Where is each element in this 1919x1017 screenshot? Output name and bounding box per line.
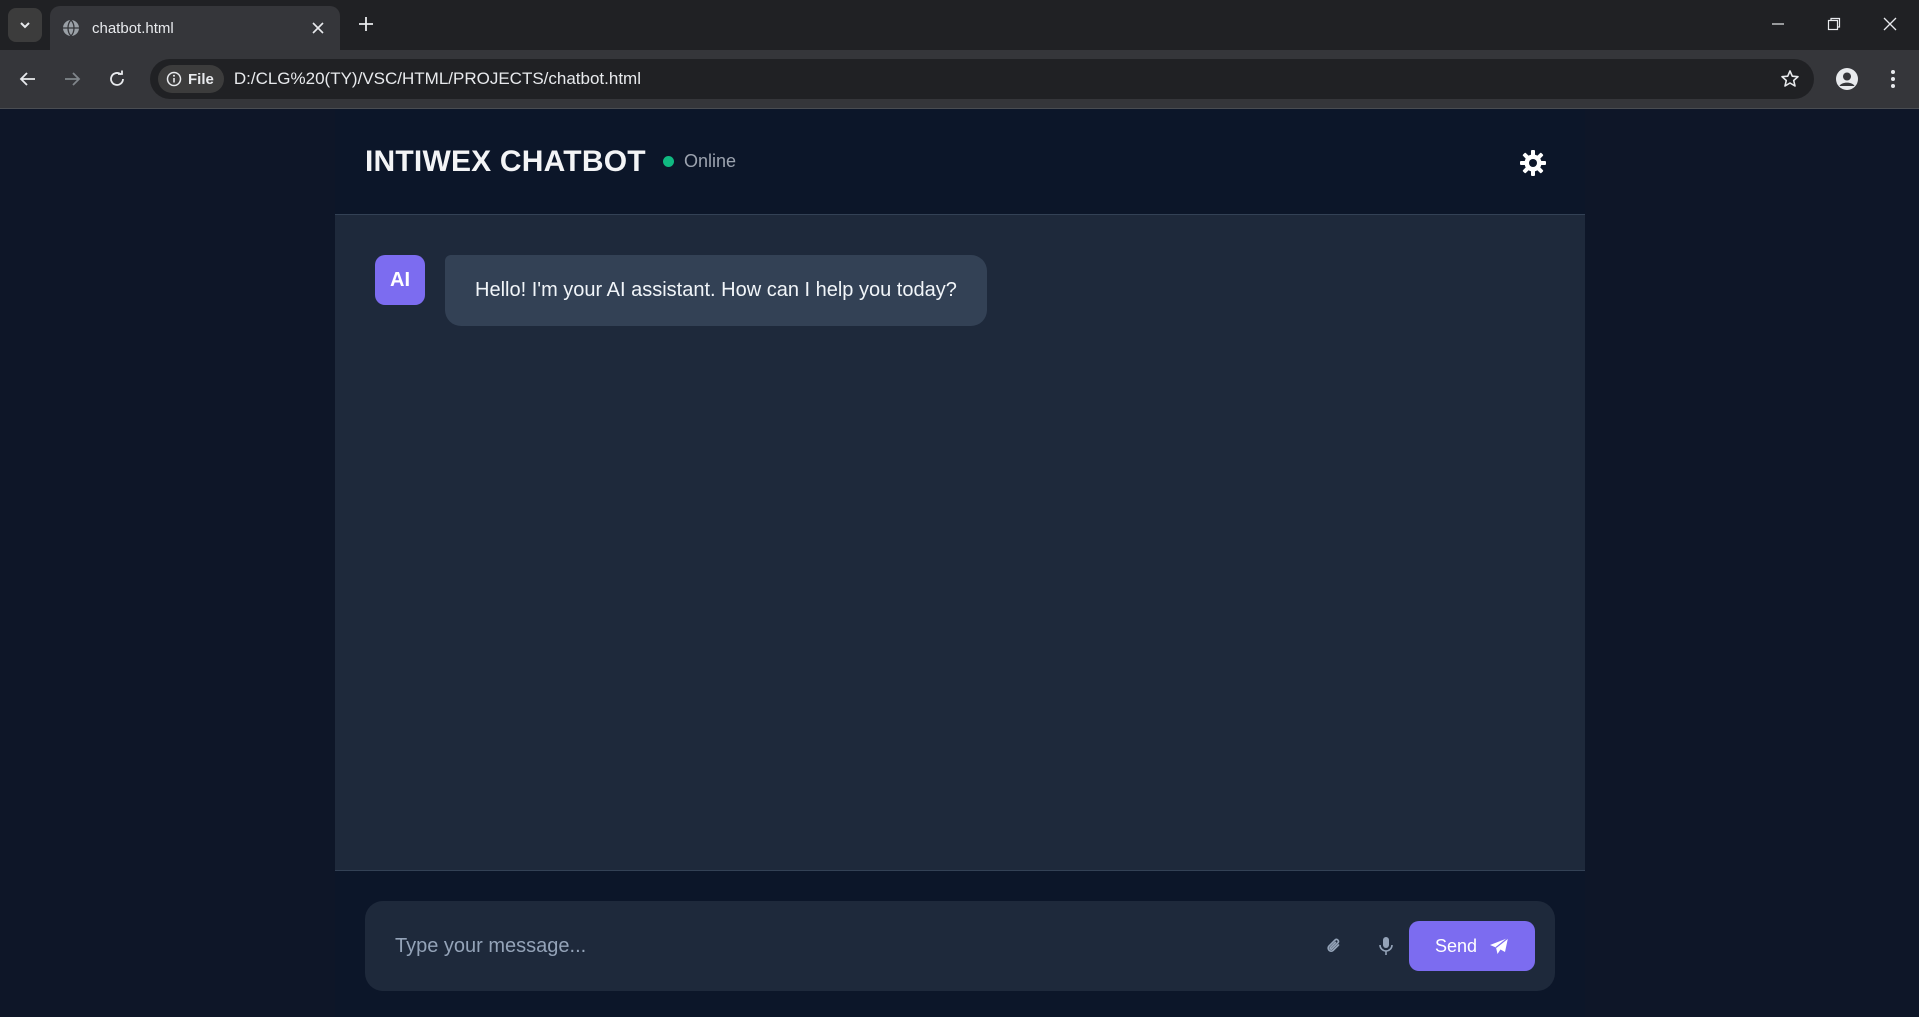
browser-tabstrip: chatbot.html bbox=[0, 0, 1919, 50]
tab-title: chatbot.html bbox=[92, 19, 174, 37]
chevron-down-icon bbox=[20, 22, 30, 29]
arrow-left-icon bbox=[19, 72, 35, 86]
browser-tab[interactable]: chatbot.html bbox=[50, 6, 340, 50]
forward-button[interactable] bbox=[56, 63, 88, 95]
status-text: Online bbox=[684, 151, 737, 171]
chat-message: AI Hello! I'm your AI assistant. How can… bbox=[375, 255, 987, 326]
close-icon bbox=[1883, 17, 1897, 31]
ai-avatar: AI bbox=[375, 255, 425, 305]
kebab-menu-icon bbox=[1891, 70, 1895, 88]
gear-icon bbox=[1520, 150, 1546, 176]
new-tab-button[interactable] bbox=[352, 10, 380, 38]
reload-button[interactable] bbox=[101, 63, 133, 95]
chatbot-app: INTIWEX CHATBOT Online AI Hello! I'm you… bbox=[335, 109, 1585, 1017]
minimize-button[interactable] bbox=[1750, 0, 1806, 48]
profile-button[interactable] bbox=[1831, 63, 1863, 95]
bookmark-button[interactable] bbox=[1774, 63, 1806, 95]
status-indicator: Online bbox=[663, 151, 736, 172]
url-text[interactable]: D:/CLG%20(TY)/VSC/HTML/PROJECTS/chatbot.… bbox=[234, 69, 1774, 89]
message-bubble: Hello! I'm your AI assistant. How can I … bbox=[445, 255, 987, 326]
voice-input-button[interactable] bbox=[1371, 931, 1401, 961]
message-composer: Send bbox=[365, 901, 1555, 991]
info-icon bbox=[166, 71, 182, 87]
arrow-right-icon bbox=[65, 72, 81, 86]
microphone-icon bbox=[1379, 937, 1393, 955]
restore-button[interactable] bbox=[1806, 0, 1862, 48]
paperclip-icon bbox=[1327, 938, 1340, 952]
status-dot bbox=[663, 156, 674, 167]
browser-menu-button[interactable] bbox=[1877, 63, 1909, 95]
tab-search-button[interactable] bbox=[8, 8, 42, 42]
minimize-icon bbox=[1772, 23, 1784, 25]
tab-close-icon[interactable] bbox=[308, 18, 328, 38]
send-button-label: Send bbox=[1434, 935, 1478, 956]
back-button[interactable] bbox=[12, 63, 44, 95]
star-icon bbox=[1781, 70, 1799, 87]
app-title: INTIWEX CHATBOT bbox=[365, 145, 646, 178]
reload-icon bbox=[110, 70, 124, 86]
app-header: INTIWEX CHATBOT Online bbox=[335, 109, 1585, 214]
chat-messages-area[interactable]: AI Hello! I'm your AI assistant. How can… bbox=[335, 214, 1585, 871]
globe-icon bbox=[63, 19, 79, 37]
restore-icon bbox=[1827, 17, 1841, 31]
attach-button[interactable] bbox=[1319, 931, 1349, 961]
message-input[interactable] bbox=[395, 926, 1275, 966]
avatar-icon bbox=[1836, 68, 1858, 90]
paper-plane-icon bbox=[1490, 937, 1509, 954]
browser-toolbar: File D:/CLG%20(TY)/VSC/HTML/PROJECTS/cha… bbox=[0, 50, 1919, 108]
site-info-chip[interactable]: File bbox=[158, 65, 224, 93]
site-chip-label: File bbox=[188, 70, 214, 88]
plus-icon bbox=[359, 17, 373, 31]
address-bar[interactable]: File D:/CLG%20(TY)/VSC/HTML/PROJECTS/cha… bbox=[150, 59, 1814, 99]
close-window-button[interactable] bbox=[1862, 0, 1918, 48]
send-button[interactable]: Send bbox=[1409, 921, 1535, 971]
theme-toggle-button[interactable] bbox=[1517, 147, 1549, 179]
